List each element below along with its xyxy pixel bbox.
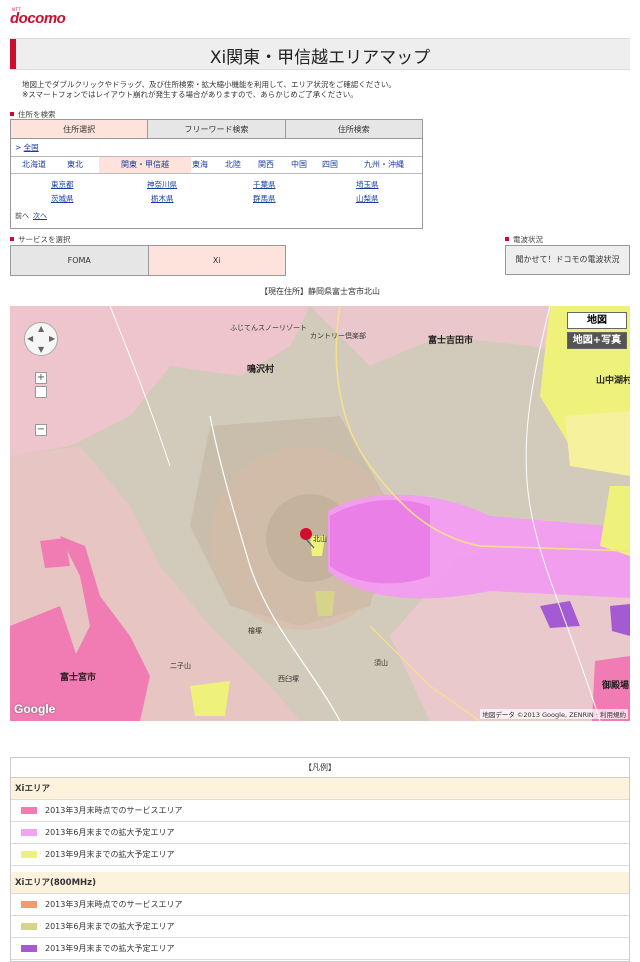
service-select-label: サービスを選択 xyxy=(10,234,71,245)
map-label-hinokizuka: 檜塚 xyxy=(248,627,262,635)
legend-title: 【凡例】 xyxy=(11,758,629,778)
usage-notes: 地図上でダブルクリックやドラッグ、及び住所検索・拡大縮小機能を利用して、エリア状… xyxy=(22,80,622,100)
nationwide-breadcrumb: > 全国 xyxy=(15,143,39,152)
legend-item: 2013年9月末までの拡大予定エリア xyxy=(11,938,629,960)
region-shikoku[interactable]: 四国 xyxy=(315,157,345,173)
map-label-gotemba: 御殿場 xyxy=(602,681,630,691)
legend-swatch xyxy=(21,923,37,930)
legend-item-label: 2013年6月末までの拡大予定エリア xyxy=(45,922,175,931)
region-tohoku[interactable]: 東北 xyxy=(57,157,93,173)
area-map[interactable]: 富士吉田市 鳴沢村 富士宮市 山中湖村 御殿場 ふじてんスノーリゾート カントリ… xyxy=(10,306,630,721)
service-foma-button[interactable]: FOMA xyxy=(11,246,148,275)
legend-item: 2013年3月末時点でのサービスエリア xyxy=(11,800,629,822)
map-label-ninotsuka: 二子山 xyxy=(170,662,191,670)
current-address: 【現在住所】静岡県富士宮市北山 xyxy=(260,287,380,296)
map-label-yamanakako: 山中湖村 xyxy=(596,376,630,386)
prev-label: 前へ xyxy=(15,212,29,220)
note-line: ※スマートフォンではレイアウト崩れが発生する場合がありますので、あらかじめご了承… xyxy=(22,90,358,99)
page-title: Xi関東・甲信越エリアマップ xyxy=(209,48,431,68)
legend-item-label: 2013年9月末までの拡大予定エリア xyxy=(45,850,175,859)
pref-gunma[interactable]: 群馬県 xyxy=(253,193,276,204)
legend-item-label: 2013年6月末までの拡大予定エリア xyxy=(45,828,175,837)
zoom-out-button[interactable]: − xyxy=(35,424,47,436)
map-label-fujiten: ふじてんスノーリゾート xyxy=(230,324,307,332)
note-line: 地図上でダブルクリックやドラッグ、及び住所検索・拡大縮小機能を利用して、エリア状… xyxy=(22,80,396,89)
map-label-narusawa: 鳴沢村 xyxy=(247,365,275,375)
service-selector: FOMA Xi xyxy=(10,245,286,276)
map-label-suyama: 須山 xyxy=(374,659,388,667)
service-select-label-text: サービスを選択 xyxy=(18,235,71,244)
region-hokuriku[interactable]: 北陸 xyxy=(218,157,248,173)
pref-chiba[interactable]: 千葉県 xyxy=(253,179,276,190)
legend-swatch xyxy=(21,901,37,908)
map-mode-button[interactable]: 地図 xyxy=(567,312,627,329)
pan-down-icon[interactable]: ▼ xyxy=(38,345,44,354)
radio-status-label: 電波状況 xyxy=(505,234,543,245)
region-kanto-koshinetsu[interactable]: 関東・甲信越 xyxy=(99,157,191,173)
zoom-slider-handle[interactable] xyxy=(35,386,47,398)
section-marker xyxy=(505,237,509,241)
region-list: 北海道 東北 関東・甲信越 東海 北陸 関西 中国 四国 九州・沖縄 xyxy=(11,156,422,174)
region-hokkaido[interactable]: 北海道 xyxy=(15,157,53,173)
page-header: NTT docomo xyxy=(0,0,640,38)
legend-item: 2013年9月末までの拡大予定エリア xyxy=(11,844,629,866)
legend-item-label: 2013年9月末までの拡大予定エリア xyxy=(45,944,175,953)
pager: 前へ 次へ xyxy=(15,211,47,221)
pan-left-icon[interactable]: ◀ xyxy=(27,334,33,343)
tab-address-search[interactable]: 住所検索 xyxy=(285,120,422,139)
legend-item: 2013年6月末までの拡大予定エリア xyxy=(11,822,629,844)
google-logo: Google xyxy=(14,702,56,716)
service-xi-button[interactable]: Xi xyxy=(147,246,285,275)
radio-status-label-text: 電波状況 xyxy=(513,235,543,244)
tab-address-select[interactable]: 住所選択 xyxy=(11,120,149,139)
map-label-nishiusu: 西臼塚 xyxy=(278,675,299,683)
map-photo-mode-button[interactable]: 地図+写真 xyxy=(567,332,627,349)
map-attribution[interactable]: 地図データ ©2013 Google, ZENRIN · 利用規約 xyxy=(480,709,628,719)
pan-right-icon[interactable]: ▶ xyxy=(49,334,55,343)
legend-swatch xyxy=(21,807,37,814)
pref-tokyo[interactable]: 東京都 xyxy=(51,179,74,190)
next-link[interactable]: 次へ xyxy=(33,212,47,220)
map-label-country: カントリー倶楽部 xyxy=(310,332,366,340)
region-kyushu-okinawa[interactable]: 九州・沖縄 xyxy=(353,157,415,173)
address-tabs: 住所選択 フリーワード検索 住所検索 xyxy=(11,120,422,139)
pref-tochigi[interactable]: 栃木県 xyxy=(151,193,174,204)
zoom-in-button[interactable]: + xyxy=(35,372,47,384)
pref-kanagawa[interactable]: 神奈川県 xyxy=(147,179,177,190)
legend-item: 2013年6月末までの拡大予定エリア xyxy=(11,916,629,938)
legend-swatch xyxy=(21,851,37,858)
docomo-logo[interactable]: docomo xyxy=(10,10,66,27)
pref-ibaraki[interactable]: 茨城県 xyxy=(51,193,74,204)
nationwide-link[interactable]: 全国 xyxy=(24,143,39,152)
legend-category-xi-800: Xiエリア(800MHz) xyxy=(11,872,629,894)
legend-item-label: 2013年3月末時点でのサービスエリア xyxy=(45,900,183,909)
pref-saitama[interactable]: 埼玉県 xyxy=(356,179,379,190)
pan-control[interactable]: ▲ ▼ ◀ ▶ xyxy=(24,322,58,356)
region-tokai[interactable]: 東海 xyxy=(185,157,215,173)
radio-feedback-button[interactable]: 聞かせて！ドコモの電波状況 xyxy=(505,245,630,275)
address-search-panel: 住所選択 フリーワード検索 住所検索 > 全国 北海道 東北 関東・甲信越 東海… xyxy=(10,119,423,229)
map-canvas xyxy=(10,306,630,721)
legend-swatch xyxy=(21,829,37,836)
region-kansai[interactable]: 関西 xyxy=(251,157,281,173)
section-marker xyxy=(10,112,14,116)
map-legend: 【凡例】 Xiエリア 2013年3月末時点でのサービスエリア 2013年6月末ま… xyxy=(10,757,630,962)
location-pin xyxy=(300,528,312,540)
pan-up-icon[interactable]: ▲ xyxy=(38,324,44,333)
legend-category-xi: Xiエリア xyxy=(11,778,629,800)
map-label-fujinomiya: 富士宮市 xyxy=(60,673,97,683)
legend-swatch xyxy=(21,945,37,952)
legend-item: 2013年3月末時点でのサービスエリア xyxy=(11,894,629,916)
title-bar: Xi関東・甲信越エリアマップ xyxy=(10,38,630,70)
legend-item-label: 2013年3月末時点でのサービスエリア xyxy=(45,806,183,815)
map-label-fujiyoshida: 富士吉田市 xyxy=(428,336,474,346)
section-marker xyxy=(10,237,14,241)
tab-freeword-search[interactable]: フリーワード検索 xyxy=(148,120,286,139)
region-chugoku[interactable]: 中国 xyxy=(284,157,314,173)
pref-yamanashi[interactable]: 山梨県 xyxy=(356,193,379,204)
address-search-label-text: 住所を検索 xyxy=(18,110,56,119)
map-label-kitayama: 北山 xyxy=(313,535,327,543)
